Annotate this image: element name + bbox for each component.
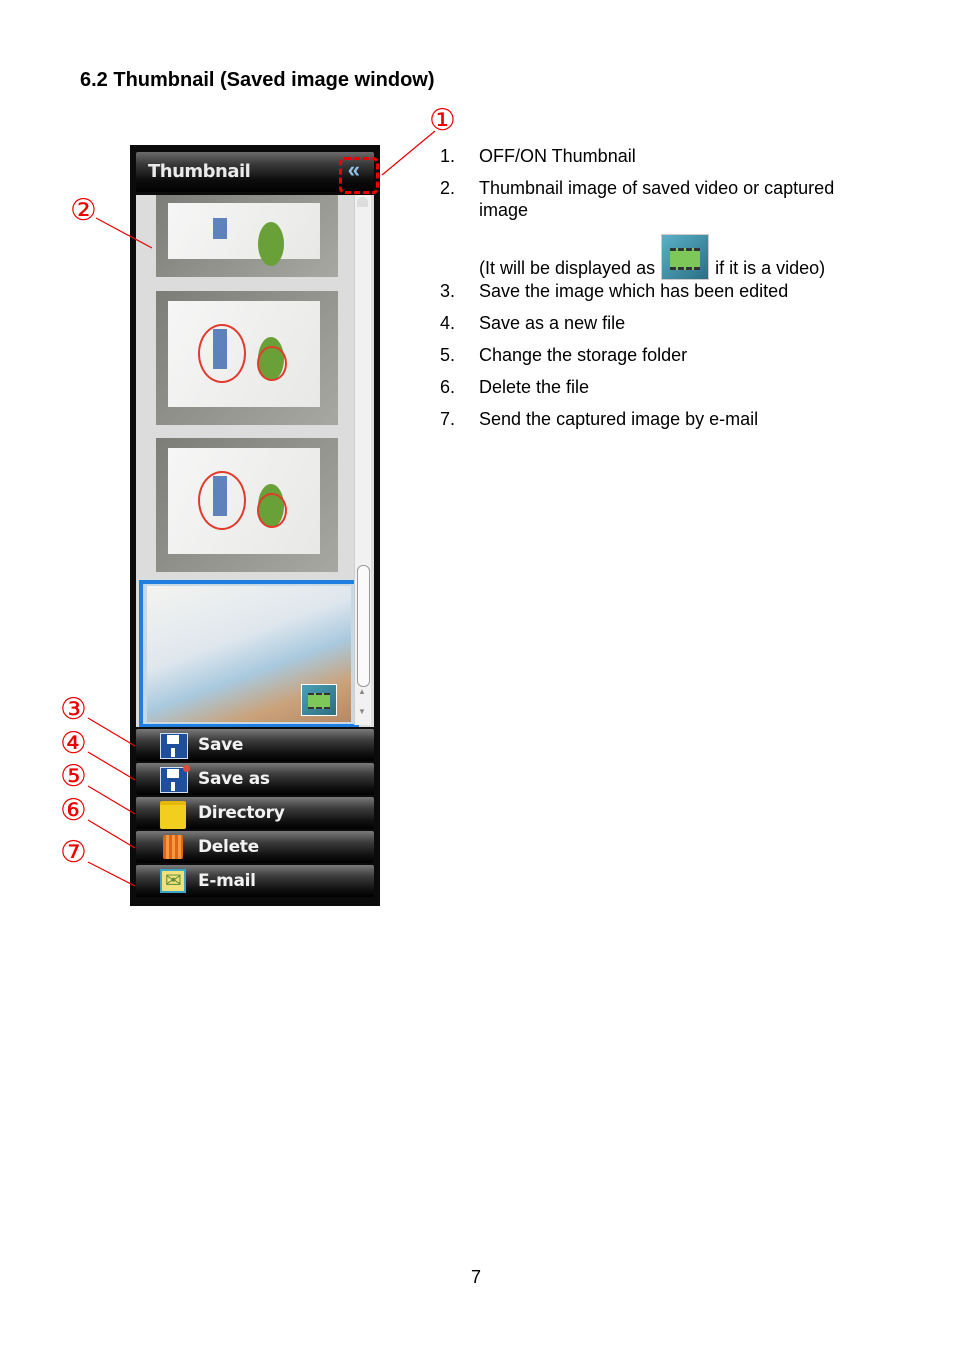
callout-marker-5: ⑤ [60, 759, 87, 794]
page-number: 7 [471, 1267, 482, 1287]
callout-marker-3: ③ [60, 692, 87, 727]
callout-marker-2: ② [70, 193, 97, 228]
callout-marker-7: ⑦ [60, 835, 87, 870]
callout-marker-6: ⑥ [60, 793, 87, 828]
callout-lines [87, 130, 436, 887]
callout-marker-4: ④ [60, 726, 87, 761]
video-icon [661, 234, 710, 280]
callout-marker-1: ① [429, 103, 456, 138]
